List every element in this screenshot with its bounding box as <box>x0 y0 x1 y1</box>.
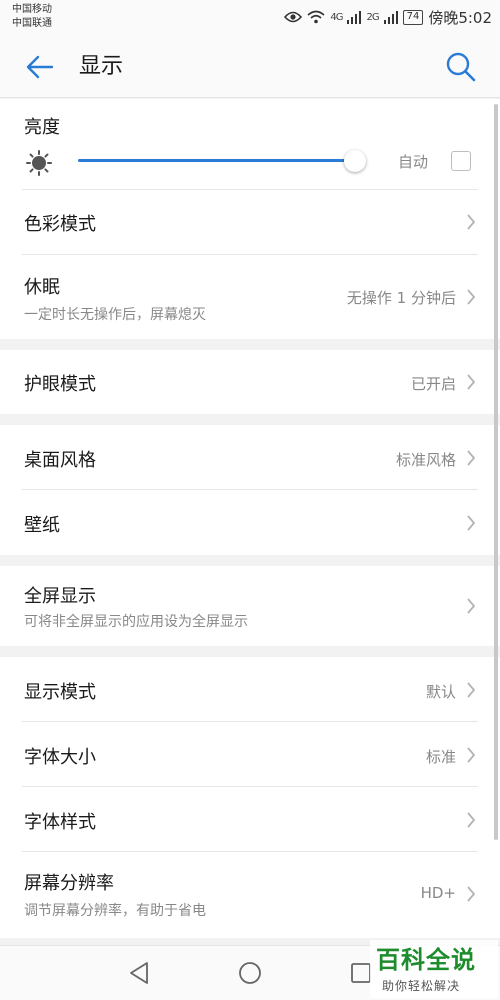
group-spacer <box>0 646 500 657</box>
group-spacer <box>0 414 500 425</box>
nav-back-icon[interactable] <box>128 961 150 985</box>
search-icon[interactable] <box>444 50 478 84</box>
nav-recents-icon[interactable] <box>350 962 372 984</box>
full-screen-label: 全屏显示 <box>24 586 96 607</box>
home-style-label: 桌面风格 <box>24 450 96 471</box>
eye-icon <box>284 11 303 23</box>
resolution-label: 屏幕分辨率 <box>24 873 114 894</box>
carrier-1: 中国移动 <box>12 4 52 15</box>
group-spacer <box>0 339 500 350</box>
sleep-row[interactable]: 休眠 一定时长无操作后，屏幕熄灭 无操作 1 分钟后 <box>0 255 500 339</box>
status-bar: 中国移动 中国联通 4G 2G 74 傍晚5:02 <box>0 0 500 34</box>
settings-list: 亮度 自动 色彩模式 休眠 一定时长无操作后，屏幕熄灭 无操作 1 分钟后 护眼… <box>0 99 500 938</box>
watermark-title: 百科全说 <box>376 946 476 974</box>
full-screen-row[interactable]: 全屏显示 可将非全屏显示的应用设为全屏显示 <box>0 566 500 646</box>
settings-group-3: 桌面风格 标准风格 壁纸 <box>0 425 500 555</box>
sleep-description: 一定时长无操作后，屏幕熄灭 <box>24 307 206 323</box>
brightness-slider-track[interactable] <box>78 159 356 162</box>
display-mode-label: 显示模式 <box>24 682 96 703</box>
chevron-right-icon <box>467 886 476 902</box>
font-size-label: 字体大小 <box>24 747 96 768</box>
chevron-right-icon <box>467 289 476 305</box>
color-mode-row[interactable]: 色彩模式 <box>0 190 500 255</box>
signal-icon <box>383 11 398 24</box>
chevron-right-icon <box>467 214 476 230</box>
color-mode-label: 色彩模式 <box>24 214 96 235</box>
chevron-right-icon <box>467 812 476 828</box>
auto-brightness-label: 自动 <box>398 153 429 171</box>
scrollbar[interactable] <box>494 104 498 840</box>
wallpaper-row[interactable]: 壁纸 <box>0 490 500 555</box>
eye-comfort-label: 护眼模式 <box>24 374 96 395</box>
home-style-row[interactable]: 桌面风格 标准风格 <box>0 425 500 490</box>
sleep-value: 无操作 1 分钟后 <box>346 289 456 307</box>
chevron-right-icon <box>467 682 476 698</box>
font-style-label: 字体样式 <box>24 812 96 833</box>
wallpaper-label: 壁纸 <box>24 515 60 536</box>
resolution-value: HD+ <box>420 884 456 902</box>
carrier-2: 中国联通 <box>12 18 52 29</box>
display-mode-row[interactable]: 显示模式 默认 <box>0 657 500 722</box>
chevron-right-icon <box>467 450 476 466</box>
battery-icon: 74 <box>402 9 424 25</box>
font-style-row[interactable]: 字体样式 <box>0 787 500 852</box>
home-style-value: 标准风格 <box>395 451 456 469</box>
sun-icon <box>26 150 52 176</box>
signal-icon <box>347 11 362 24</box>
display-mode-value: 默认 <box>425 683 456 701</box>
watermark-logo: 百科全说 助你轻松解决 <box>370 940 498 998</box>
brightness-row: 亮度 自动 <box>0 99 500 190</box>
eye-comfort-value: 已开启 <box>410 375 456 393</box>
sleep-label: 休眠 <box>24 277 60 298</box>
chevron-right-icon <box>467 747 476 763</box>
wifi-icon <box>307 10 325 24</box>
network-type-1: 4G <box>330 11 343 23</box>
auto-brightness-checkbox[interactable] <box>451 151 471 171</box>
battery-level: 74 <box>406 11 420 22</box>
resolution-description: 调节屏幕分辨率，有助于省电 <box>24 903 206 919</box>
back-arrow-icon[interactable] <box>22 50 56 84</box>
chevron-right-icon <box>467 374 476 390</box>
settings-group-5: 显示模式 默认 字体大小 标准 字体样式 屏幕分辨率 调节屏幕分辨率，有助于省电… <box>0 657 500 938</box>
status-icons: 4G 2G 74 傍晚5:02 <box>284 6 492 28</box>
network-type-2: 2G <box>366 11 379 23</box>
brightness-slider-handle[interactable] <box>344 150 367 172</box>
page-title: 显示 <box>79 54 124 79</box>
nav-home-icon[interactable] <box>238 961 262 985</box>
settings-group-1: 亮度 自动 色彩模式 休眠 一定时长无操作后，屏幕熄灭 无操作 1 分钟后 <box>0 99 500 339</box>
eye-comfort-row[interactable]: 护眼模式 已开启 <box>0 350 500 414</box>
carrier-info: 中国移动 中国联通 <box>12 3 52 31</box>
font-size-value: 标准 <box>425 748 456 766</box>
app-bar: 显示 <box>0 34 500 98</box>
settings-group-4: 全屏显示 可将非全屏显示的应用设为全屏显示 <box>0 566 500 646</box>
chevron-right-icon <box>467 515 476 531</box>
watermark-subtitle: 助你轻松解决 <box>382 979 461 993</box>
font-size-row[interactable]: 字体大小 标准 <box>0 722 500 787</box>
settings-group-2: 护眼模式 已开启 <box>0 350 500 414</box>
resolution-row[interactable]: 屏幕分辨率 调节屏幕分辨率，有助于省电 HD+ <box>0 852 500 938</box>
chevron-right-icon <box>467 598 476 614</box>
brightness-label: 亮度 <box>24 117 60 138</box>
clock: 傍晚5:02 <box>428 8 492 27</box>
group-spacer <box>0 555 500 566</box>
full-screen-description: 可将非全屏显示的应用设为全屏显示 <box>24 614 248 630</box>
